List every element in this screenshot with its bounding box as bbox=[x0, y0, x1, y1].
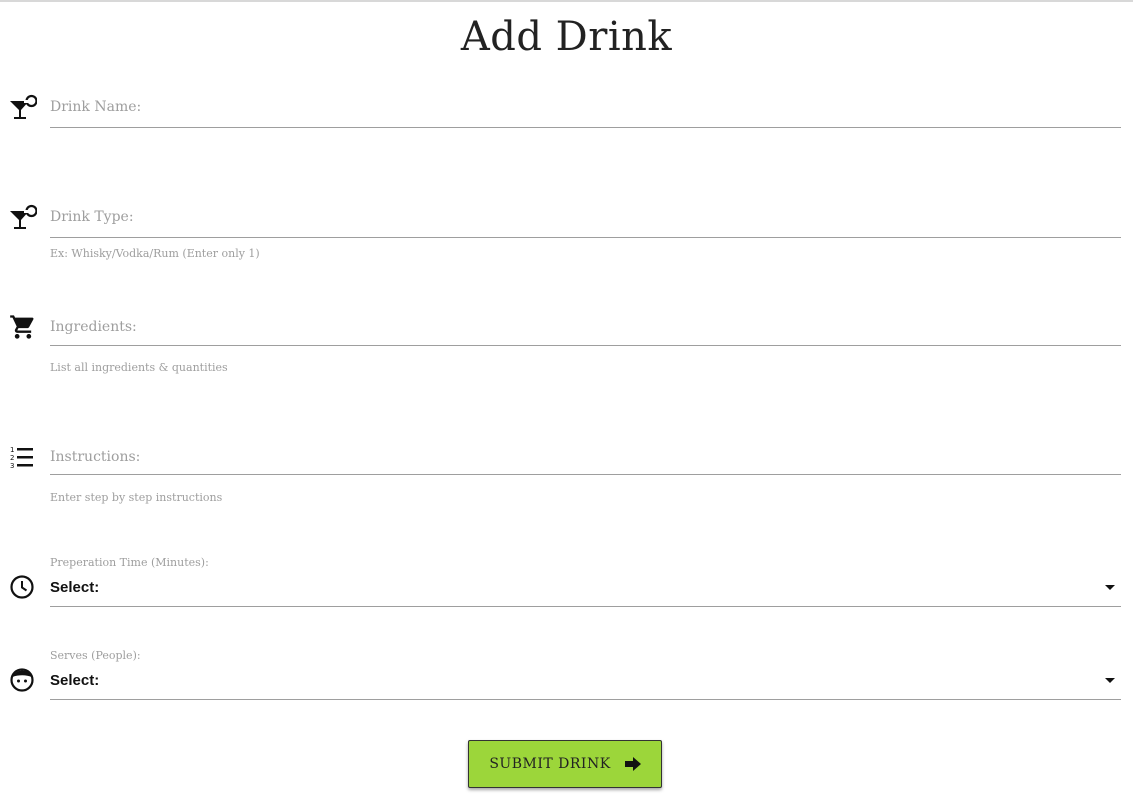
drink-name-field[interactable]: Drink Name: bbox=[50, 93, 1121, 133]
prep-time-select[interactable]: Preperation Time (Minutes): Select: bbox=[50, 555, 1121, 609]
ingredients-input[interactable] bbox=[50, 313, 1121, 341]
clock-icon bbox=[9, 573, 37, 601]
numbered-list-icon: 1 2 3 bbox=[9, 443, 37, 471]
submit-drink-button[interactable]: SUBMIT DRINK bbox=[468, 740, 662, 788]
serves-underline bbox=[50, 699, 1121, 700]
instructions-field[interactable]: Instructions: Enter step by step instruc… bbox=[50, 443, 1121, 505]
chevron-down-icon[interactable] bbox=[1105, 678, 1115, 683]
drink-type-field[interactable]: Drink Type: Ex: Whisky/Vodka/Rum (Enter … bbox=[50, 203, 1121, 263]
ingredients-helper: List all ingredients & quantities bbox=[50, 361, 228, 374]
drink-type-helper: Ex: Whisky/Vodka/Rum (Enter only 1) bbox=[50, 247, 260, 260]
cocktail-icon bbox=[9, 203, 37, 231]
ingredients-field[interactable]: Ingredients: List all ingredients & quan… bbox=[50, 313, 1121, 375]
submit-drink-label: SUBMIT DRINK bbox=[489, 756, 611, 772]
face-icon bbox=[9, 666, 37, 694]
svg-text:2: 2 bbox=[10, 454, 14, 462]
serves-selected: Select: bbox=[50, 672, 100, 689]
cocktail-icon bbox=[9, 93, 37, 121]
arrow-right-icon bbox=[624, 757, 641, 771]
drink-name-input[interactable] bbox=[50, 93, 1121, 121]
prep-time-underline bbox=[50, 606, 1121, 607]
prep-time-selected: Select: bbox=[50, 579, 100, 596]
serves-select[interactable]: Serves (People): Select: bbox=[50, 648, 1121, 702]
ingredients-underline bbox=[50, 345, 1121, 346]
page-title: Add Drink bbox=[460, 14, 673, 60]
instructions-input[interactable] bbox=[50, 443, 1121, 471]
instructions-underline bbox=[50, 474, 1121, 475]
serves-label: Serves (People): bbox=[50, 649, 141, 662]
svg-text:3: 3 bbox=[10, 462, 14, 470]
drink-type-underline bbox=[50, 237, 1121, 238]
instructions-helper: Enter step by step instructions bbox=[50, 491, 223, 504]
shopping-cart-icon bbox=[9, 313, 37, 341]
prep-time-label: Preperation Time (Minutes): bbox=[50, 556, 209, 569]
drink-type-input[interactable] bbox=[50, 203, 1121, 231]
svg-text:1: 1 bbox=[10, 446, 14, 454]
drink-name-underline bbox=[50, 127, 1121, 128]
top-divider bbox=[0, 0, 1133, 2]
chevron-down-icon[interactable] bbox=[1105, 585, 1115, 590]
